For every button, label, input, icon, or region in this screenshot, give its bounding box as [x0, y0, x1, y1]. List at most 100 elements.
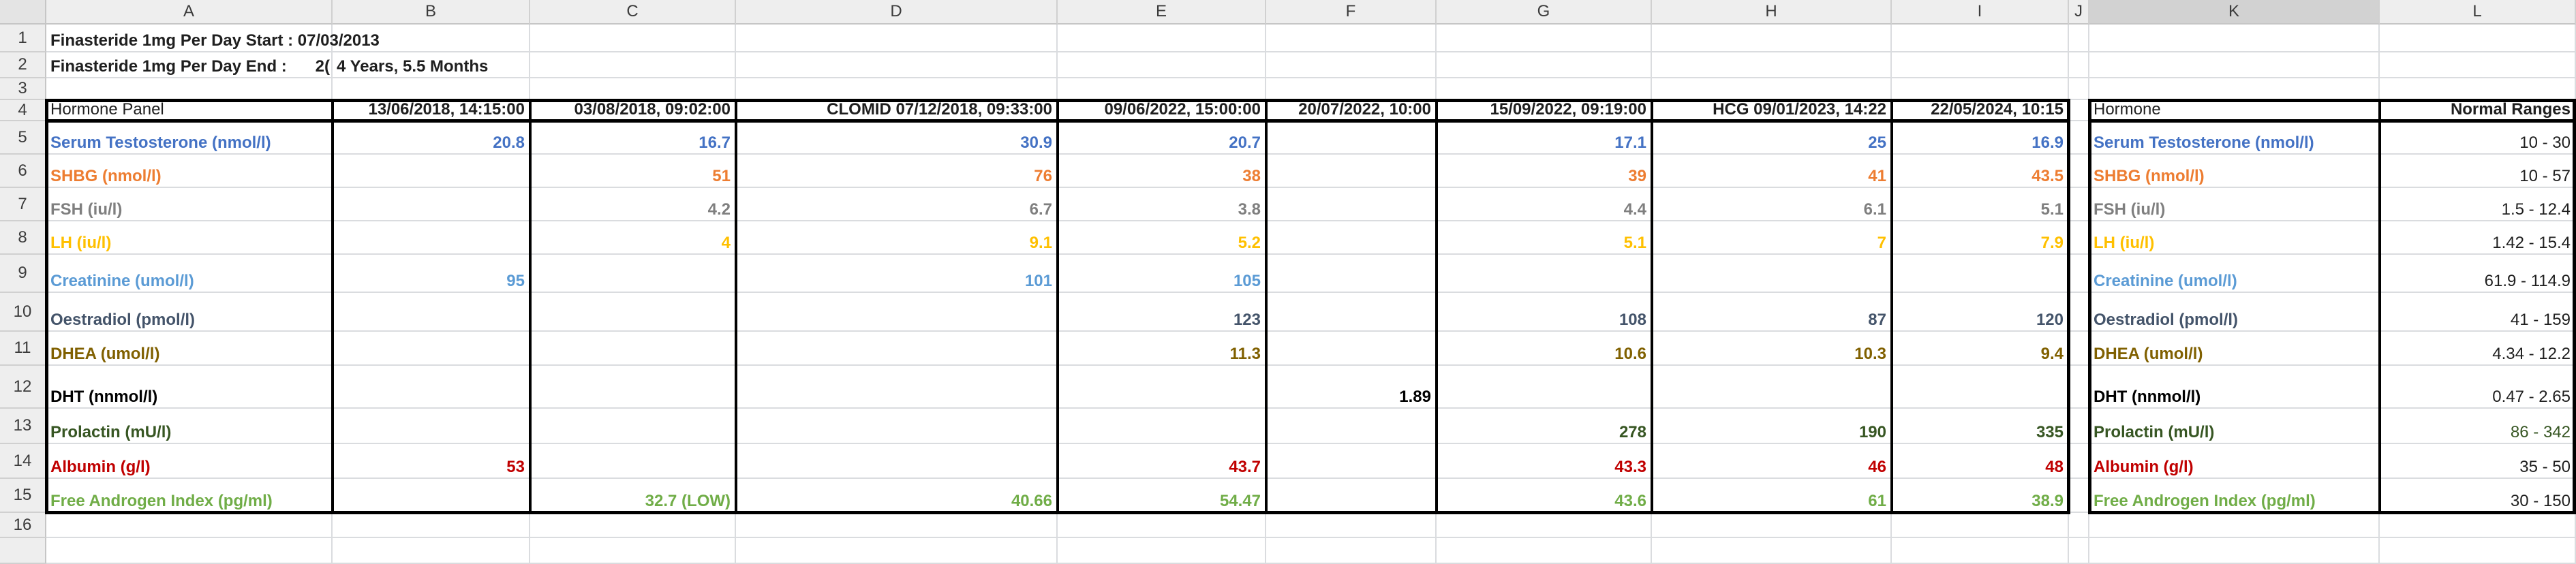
- value-cell[interactable]: 43.3: [1437, 444, 1652, 479]
- range-hormone-label-cell[interactable]: SHBG (nmol/l): [2089, 155, 2380, 188]
- value-cell[interactable]: 38: [1058, 155, 1266, 188]
- empty-cell[interactable]: [2069, 366, 2089, 409]
- empty-cell[interactable]: [2380, 25, 2576, 52]
- value-cell[interactable]: 5.2: [1058, 221, 1266, 255]
- normal-range-cell[interactable]: 10 - 57: [2380, 155, 2576, 188]
- value-cell[interactable]: 7: [1652, 221, 1892, 255]
- hormone-label-cell[interactable]: Albumin (g/l): [46, 444, 333, 479]
- range-hormone-label-cell[interactable]: Serum Testosterone (nmol/l): [2089, 121, 2380, 155]
- empty-cell[interactable]: [1892, 78, 2069, 100]
- empty-cell[interactable]: [333, 78, 530, 100]
- value-cell[interactable]: 105: [1058, 255, 1266, 293]
- column-header-k[interactable]: K: [2089, 0, 2380, 25]
- empty-cell[interactable]: [46, 78, 333, 100]
- hormone-label-cell[interactable]: DHEA (umol/l): [46, 332, 333, 366]
- empty-cell[interactable]: [2380, 78, 2576, 100]
- empty-cell[interactable]: [1058, 366, 1266, 409]
- value-cell[interactable]: 120: [1892, 293, 2069, 332]
- empty-cell[interactable]: [2069, 155, 2089, 188]
- value-cell[interactable]: 61: [1652, 479, 1892, 513]
- empty-cell[interactable]: [333, 155, 530, 188]
- empty-cell[interactable]: [736, 513, 1058, 538]
- value-cell[interactable]: 20.7: [1058, 121, 1266, 155]
- column-header-i[interactable]: I: [1892, 0, 2069, 25]
- value-cell[interactable]: 9.1: [736, 221, 1058, 255]
- hormone-label-cell[interactable]: FSH (iu/l): [46, 188, 333, 221]
- empty-cell[interactable]: [1266, 221, 1437, 255]
- value-cell[interactable]: 3.8: [1058, 188, 1266, 221]
- normal-range-cell[interactable]: 35 - 50: [2380, 444, 2576, 479]
- normal-range-cell[interactable]: 4.34 - 12.2: [2380, 332, 2576, 366]
- empty-cell[interactable]: [1266, 121, 1437, 155]
- empty-cell[interactable]: [2069, 479, 2089, 513]
- empty-cell[interactable]: [333, 293, 530, 332]
- date-header-cell[interactable]: CLOMID 07/12/2018, 09:33:00: [736, 100, 1058, 121]
- empty-cell[interactable]: [1652, 25, 1892, 52]
- empty-cell[interactable]: [1266, 293, 1437, 332]
- column-header-a[interactable]: A: [46, 0, 333, 25]
- value-cell[interactable]: 46: [1652, 444, 1892, 479]
- empty-cell[interactable]: [1058, 25, 1266, 52]
- value-cell[interactable]: 335: [1892, 409, 2069, 444]
- row-header-13[interactable]: 13: [0, 409, 46, 444]
- empty-cell[interactable]: [2380, 538, 2576, 564]
- empty-cell[interactable]: [530, 409, 736, 444]
- empty-cell[interactable]: [2089, 78, 2380, 100]
- hormone-panel-header[interactable]: Hormone Panel: [46, 100, 333, 121]
- empty-cell[interactable]: [333, 409, 530, 444]
- empty-cell[interactable]: [1892, 255, 2069, 293]
- value-cell[interactable]: 4.2: [530, 188, 736, 221]
- value-cell[interactable]: 20.8: [333, 121, 530, 155]
- value-cell[interactable]: 51: [530, 155, 736, 188]
- normal-range-cell[interactable]: 61.9 - 114.9: [2380, 255, 2576, 293]
- empty-cell[interactable]: [1437, 78, 1652, 100]
- hormone-label-cell[interactable]: Serum Testosterone (nmol/l): [46, 121, 333, 155]
- date-header-cell[interactable]: 03/08/2018, 09:02:00: [530, 100, 736, 121]
- row-header-15[interactable]: 15: [0, 479, 46, 513]
- normal-range-cell[interactable]: 1.5 - 12.4: [2380, 188, 2576, 221]
- empty-cell[interactable]: [2089, 52, 2380, 78]
- column-header-g[interactable]: G: [1437, 0, 1652, 25]
- range-hormone-label-cell[interactable]: Prolactin (mU/l): [2089, 409, 2380, 444]
- value-cell[interactable]: 53: [333, 444, 530, 479]
- value-cell[interactable]: 11.3: [1058, 332, 1266, 366]
- value-cell[interactable]: 16.9: [1892, 121, 2069, 155]
- empty-cell[interactable]: [736, 78, 1058, 100]
- empty-cell[interactable]: [2089, 538, 2380, 564]
- empty-cell[interactable]: [2380, 52, 2576, 78]
- empty-cell[interactable]: [2069, 293, 2089, 332]
- empty-cell[interactable]: [1266, 513, 1437, 538]
- column-header-e[interactable]: E: [1058, 0, 1266, 25]
- empty-cell[interactable]: [530, 366, 736, 409]
- value-cell[interactable]: 4.4: [1437, 188, 1652, 221]
- empty-cell[interactable]: [1058, 78, 1266, 100]
- value-cell[interactable]: 190: [1652, 409, 1892, 444]
- empty-cell[interactable]: [46, 538, 333, 564]
- column-header-l[interactable]: L: [2380, 0, 2576, 25]
- empty-cell[interactable]: [530, 444, 736, 479]
- empty-cell[interactable]: [1652, 538, 1892, 564]
- column-header-b[interactable]: B: [333, 0, 530, 25]
- empty-cell[interactable]: [1437, 513, 1652, 538]
- value-cell[interactable]: 6.7: [736, 188, 1058, 221]
- value-cell[interactable]: 25: [1652, 121, 1892, 155]
- row-header-4[interactable]: 4: [0, 100, 46, 121]
- range-hormone-label-cell[interactable]: Creatinine (umol/l): [2089, 255, 2380, 293]
- normal-range-cell[interactable]: 0.47 - 2.65: [2380, 366, 2576, 409]
- row-header-1[interactable]: 1: [0, 25, 46, 52]
- empty-cell[interactable]: [2069, 78, 2089, 100]
- value-cell[interactable]: 40.66: [736, 479, 1058, 513]
- value-cell[interactable]: 32.7 (LOW): [530, 479, 736, 513]
- empty-cell[interactable]: [1266, 444, 1437, 479]
- value-cell[interactable]: 17.1: [1437, 121, 1652, 155]
- empty-cell[interactable]: [2069, 255, 2089, 293]
- finasteride-start-cell[interactable]: Finasteride 1mg Per Day Start : 07/03/20…: [46, 25, 736, 52]
- range-hormone-label-cell[interactable]: Oestradiol (pmol/l): [2089, 293, 2380, 332]
- range-hormone-label-cell[interactable]: DHT (nnmol/l): [2089, 366, 2380, 409]
- value-cell[interactable]: 43.6: [1437, 479, 1652, 513]
- hormone-label-cell[interactable]: Free Androgen Index (pg/ml): [46, 479, 333, 513]
- empty-cell[interactable]: [530, 538, 736, 564]
- normal-range-cell[interactable]: 41 - 159: [2380, 293, 2576, 332]
- row-header-11[interactable]: 11: [0, 332, 46, 366]
- value-cell[interactable]: 101: [736, 255, 1058, 293]
